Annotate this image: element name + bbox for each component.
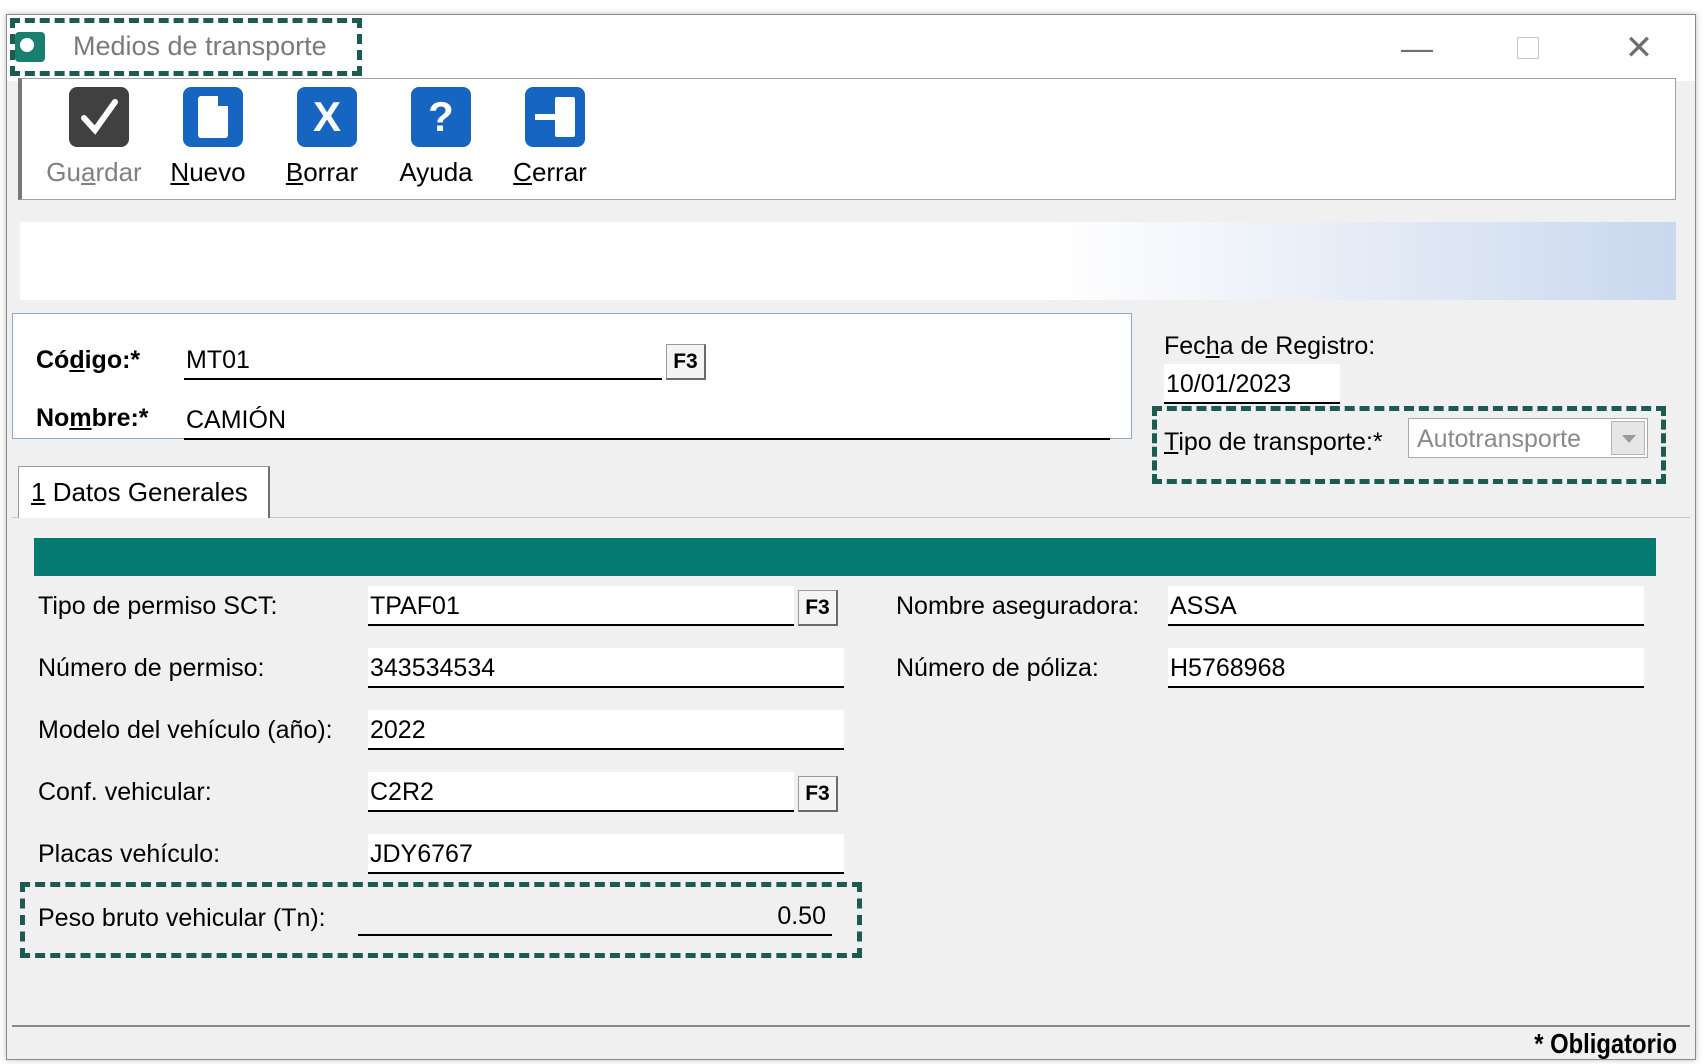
help-label: Ayuda xyxy=(399,157,473,187)
poliza-field[interactable]: H5768968 xyxy=(1168,648,1644,688)
tipo-permiso-label: Tipo de permiso SCT: xyxy=(38,592,278,620)
aseguradora-field[interactable]: ASSA xyxy=(1168,586,1644,626)
codigo-field[interactable]: MT01 xyxy=(184,340,662,380)
codigo-label: Código:* xyxy=(36,346,141,374)
conf-vehicular-field[interactable]: C2R2 xyxy=(368,772,794,812)
fecha-field[interactable]: 10/01/2023 xyxy=(1164,364,1340,404)
modelo-label: Modelo del vehículo (año): xyxy=(38,716,333,744)
numero-permiso-label: Número de permiso: xyxy=(38,654,265,682)
maximize-button xyxy=(1503,29,1551,67)
peso-bruto-field[interactable]: 0.50 xyxy=(358,896,832,936)
section-header-bar xyxy=(34,538,1656,576)
tab-datos-generales[interactable]: 1 Datos Generales xyxy=(18,466,270,518)
delete-x-icon: X xyxy=(297,87,357,147)
nombre-field[interactable]: CAMIÓN xyxy=(184,400,1110,440)
window-title: Medios de transporte xyxy=(73,31,327,61)
delete-button[interactable]: X Borrar xyxy=(270,87,374,197)
dropdown-arrow-icon[interactable] xyxy=(1611,421,1645,455)
aseguradora-label: Nombre aseguradora: xyxy=(896,592,1140,620)
tipo-permiso-field[interactable]: TPAF01 xyxy=(368,586,794,626)
checkmark-icon xyxy=(69,87,129,147)
header-band xyxy=(20,222,1676,300)
toolbar: Guardar Nuevo X Borrar ? Ayuda Cerrar xyxy=(18,78,1676,200)
exit-door-icon xyxy=(525,87,585,147)
tipo-transporte-value: Autotransporte xyxy=(1417,425,1581,453)
peso-bruto-label: Peso bruto vehicular (Tn): xyxy=(38,904,326,932)
new-label: Nuevo xyxy=(170,157,246,187)
help-icon: ? xyxy=(411,87,471,147)
save-button[interactable]: Guardar xyxy=(42,87,146,197)
tipo-permiso-lookup-button[interactable]: F3 xyxy=(798,590,838,626)
app-icon xyxy=(15,32,45,62)
close-button[interactable]: Cerrar xyxy=(498,87,602,197)
conf-vehicular-label: Conf. vehicular: xyxy=(38,778,212,806)
minimize-button[interactable]: — xyxy=(1393,29,1441,67)
modelo-field[interactable]: 2022 xyxy=(368,710,844,750)
nombre-label: Nombre:* xyxy=(36,404,149,432)
tipo-transporte-select[interactable]: Autotransporte xyxy=(1408,418,1648,458)
new-document-icon xyxy=(183,87,243,147)
conf-vehicular-lookup-button[interactable]: F3 xyxy=(798,776,838,812)
close-window-button[interactable]: ✕ xyxy=(1615,29,1663,67)
help-button[interactable]: ? Ayuda xyxy=(384,87,488,197)
placas-field[interactable]: JDY6767 xyxy=(368,834,844,874)
title-bar: Medios de transporte — ✕ xyxy=(7,15,1695,81)
delete-label: Borrar xyxy=(285,157,359,187)
tipo-transporte-label: Tipo de transporte:* xyxy=(1164,428,1383,456)
tab-label: 1 Datos Generales xyxy=(31,477,248,507)
codigo-lookup-button[interactable]: F3 xyxy=(666,344,706,380)
numero-permiso-field[interactable]: 343534534 xyxy=(368,648,844,688)
close-label: Cerrar xyxy=(513,157,587,187)
poliza-label: Número de póliza: xyxy=(896,654,1099,682)
new-button[interactable]: Nuevo xyxy=(156,87,260,197)
fecha-label: Fecha de Registro: xyxy=(1164,332,1376,360)
required-note: * Obligatorio xyxy=(1534,1028,1677,1059)
save-label: Guardar xyxy=(46,157,142,187)
placas-label: Placas vehículo: xyxy=(38,840,221,868)
